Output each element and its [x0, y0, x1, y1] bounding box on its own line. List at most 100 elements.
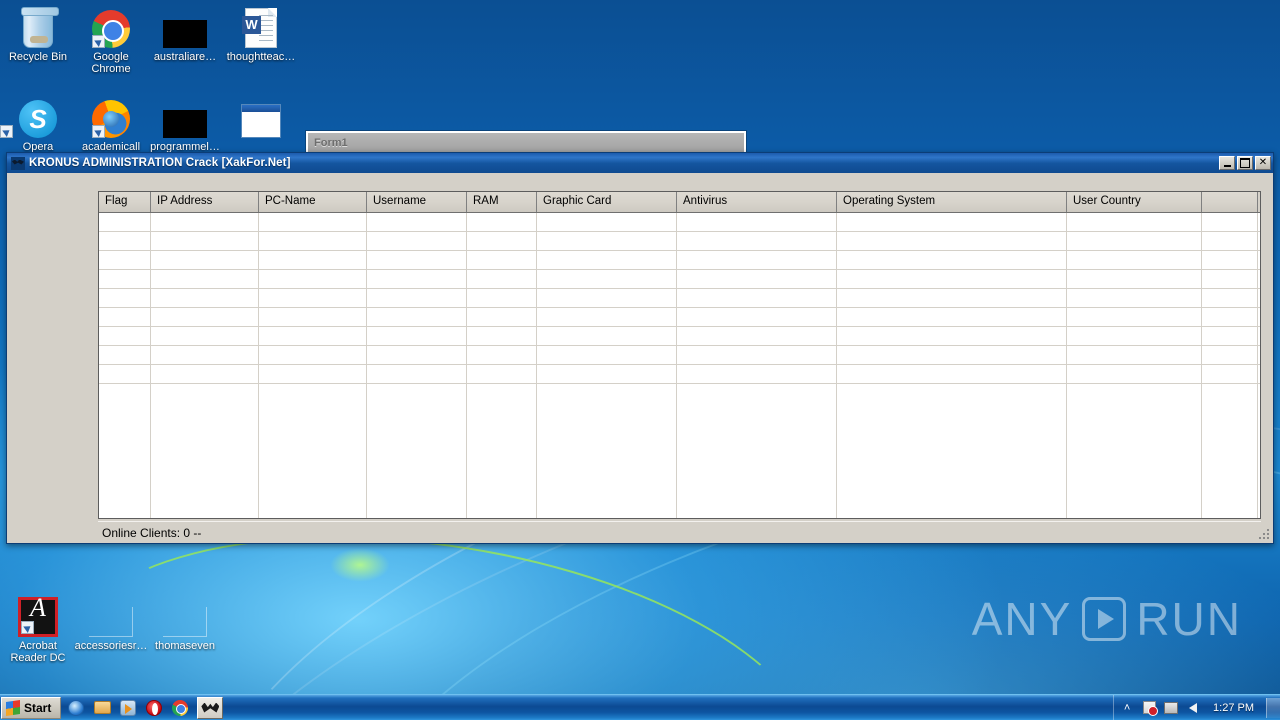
maximize-button[interactable]	[1237, 156, 1253, 170]
desktop-icon-thoughtteac[interactable]: thoughtteac…	[223, 6, 299, 63]
table-cell[interactable]	[1067, 251, 1202, 269]
table-cell[interactable]	[677, 365, 837, 383]
table-cell[interactable]	[1202, 346, 1258, 364]
network-icon[interactable]	[1163, 700, 1179, 716]
table-cell[interactable]	[367, 270, 467, 288]
desktop-icon-programmel[interactable]: programmel…	[147, 96, 223, 153]
action-center-flag-icon[interactable]	[1141, 700, 1158, 716]
taskbar-explorer[interactable]	[91, 697, 113, 719]
volume-icon[interactable]	[1185, 700, 1201, 716]
table-cell[interactable]	[1067, 327, 1202, 345]
table-cell[interactable]	[537, 346, 677, 364]
table-cell[interactable]	[151, 232, 259, 250]
table-cell[interactable]	[837, 289, 1067, 307]
table-cell[interactable]	[99, 327, 151, 345]
table-cell[interactable]	[99, 365, 151, 383]
table-cell[interactable]	[1202, 365, 1258, 383]
table-cell[interactable]	[677, 251, 837, 269]
table-cell[interactable]	[1067, 308, 1202, 326]
table-cell[interactable]	[837, 327, 1067, 345]
taskbar-internet-explorer[interactable]	[65, 697, 87, 719]
table-cell[interactable]	[537, 365, 677, 383]
grid-column-header[interactable]: User Country	[1067, 192, 1202, 212]
table-cell[interactable]	[99, 289, 151, 307]
table-cell[interactable]	[837, 346, 1067, 364]
table-cell[interactable]	[537, 213, 677, 231]
table-cell[interactable]	[151, 346, 259, 364]
desktop-icon-accessoriesr[interactable]: accessoriesr…	[73, 595, 149, 652]
table-cell[interactable]	[1067, 365, 1202, 383]
table-cell[interactable]	[151, 327, 259, 345]
table-cell[interactable]	[467, 213, 537, 231]
table-cell[interactable]	[837, 213, 1067, 231]
table-row[interactable]	[99, 327, 1260, 346]
clients-grid[interactable]: Flag IP Address PC-Name Username RAM Graphic …	[98, 191, 1261, 519]
table-cell[interactable]	[1202, 327, 1258, 345]
table-cell[interactable]	[259, 213, 367, 231]
table-cell[interactable]	[259, 346, 367, 364]
table-cell[interactable]	[1202, 289, 1258, 307]
table-cell[interactable]	[1067, 346, 1202, 364]
table-cell[interactable]	[99, 346, 151, 364]
desktop-icon-opera[interactable]: S Opera	[0, 96, 76, 153]
table-cell[interactable]	[837, 308, 1067, 326]
desktop-icon-australiare[interactable]: australiare…	[147, 6, 223, 63]
table-cell[interactable]	[1067, 270, 1202, 288]
table-cell[interactable]	[367, 327, 467, 345]
table-row[interactable]	[99, 270, 1260, 289]
table-cell[interactable]	[1067, 289, 1202, 307]
table-cell[interactable]	[467, 346, 537, 364]
table-cell[interactable]	[367, 232, 467, 250]
table-cell[interactable]	[1202, 232, 1258, 250]
table-row[interactable]	[99, 232, 1260, 251]
table-cell[interactable]	[367, 213, 467, 231]
table-cell[interactable]	[99, 308, 151, 326]
table-row[interactable]	[99, 346, 1260, 365]
table-cell[interactable]	[99, 251, 151, 269]
table-cell[interactable]	[151, 270, 259, 288]
grid-column-header[interactable]: IP Address	[151, 192, 259, 212]
taskbar[interactable]: Start ˄ 1:27 PM	[0, 694, 1280, 720]
table-cell[interactable]	[677, 289, 837, 307]
table-cell[interactable]	[151, 213, 259, 231]
table-cell[interactable]	[677, 308, 837, 326]
table-row[interactable]	[99, 289, 1260, 308]
table-row[interactable]	[99, 365, 1260, 384]
resize-grip[interactable]	[1257, 527, 1270, 540]
table-cell[interactable]	[467, 232, 537, 250]
table-cell[interactable]	[467, 365, 537, 383]
grid-column-header[interactable]: Antivirus	[677, 192, 837, 212]
taskbar-chrome[interactable]	[169, 697, 191, 719]
table-cell[interactable]	[1067, 232, 1202, 250]
table-cell[interactable]	[151, 251, 259, 269]
table-cell[interactable]	[99, 232, 151, 250]
grid-column-header[interactable]: Username	[367, 192, 467, 212]
show-desktop-button[interactable]	[1266, 697, 1280, 718]
table-cell[interactable]	[837, 232, 1067, 250]
table-cell[interactable]	[537, 289, 677, 307]
table-cell[interactable]	[837, 270, 1067, 288]
kronus-administration-window[interactable]: KRONUS ADMINISTRATION Crack [XakFor.Net]…	[6, 152, 1274, 544]
table-cell[interactable]	[1202, 270, 1258, 288]
table-cell[interactable]	[537, 327, 677, 345]
table-cell[interactable]	[99, 270, 151, 288]
desktop-icon-recycle-bin[interactable]: Recycle Bin	[0, 6, 76, 63]
table-cell[interactable]	[259, 365, 367, 383]
grid-column-header[interactable]: Graphic Card	[537, 192, 677, 212]
grid-column-header[interactable]: Flag	[99, 192, 151, 212]
grid-column-header[interactable]: PC-Name	[259, 192, 367, 212]
taskbar-kronus-window[interactable]	[197, 696, 224, 719]
table-cell[interactable]	[1202, 213, 1258, 231]
table-cell[interactable]	[467, 251, 537, 269]
system-tray[interactable]: ˄ 1:27 PM	[1113, 694, 1280, 720]
table-cell[interactable]	[537, 232, 677, 250]
desktop-icon-academicall[interactable]: academicall	[73, 96, 149, 153]
table-cell[interactable]	[259, 251, 367, 269]
desktop-icon-thomaseven[interactable]: thomaseven	[147, 595, 223, 652]
table-cell[interactable]	[367, 346, 467, 364]
table-cell[interactable]	[677, 270, 837, 288]
table-row[interactable]	[99, 308, 1260, 327]
window-titlebar[interactable]: KRONUS ADMINISTRATION Crack [XakFor.Net]…	[7, 153, 1273, 173]
clock[interactable]: 1:27 PM	[1207, 702, 1260, 714]
chevron-up-icon[interactable]: ˄	[1119, 700, 1135, 716]
